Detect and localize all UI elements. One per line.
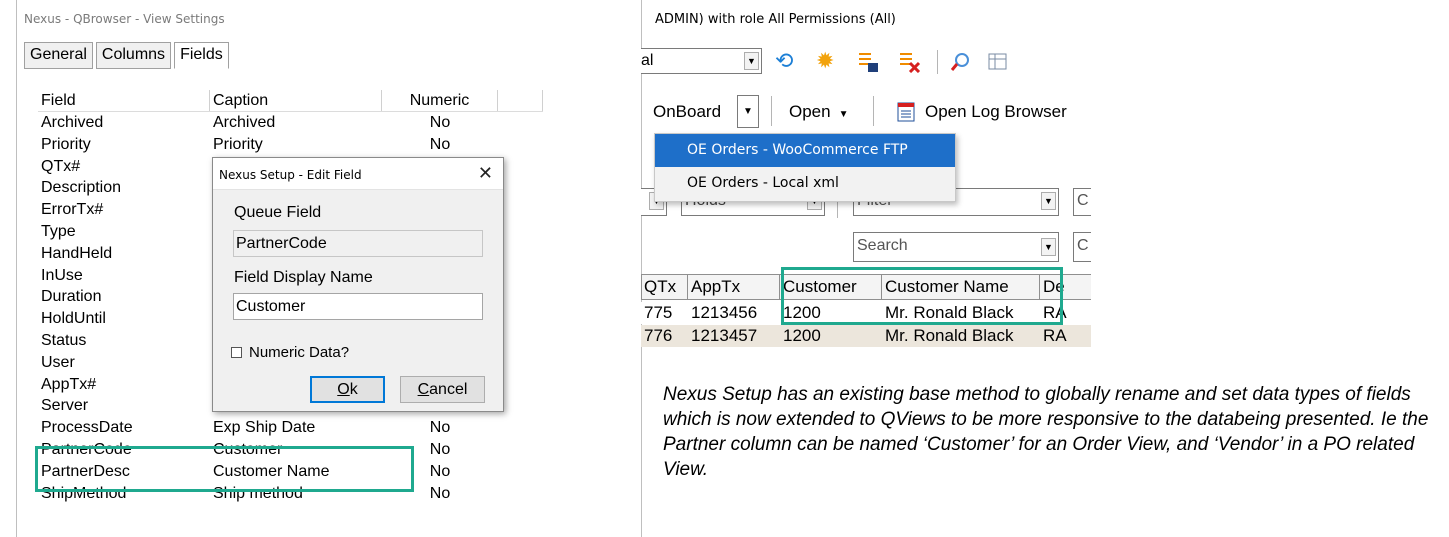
tab-fields[interactable]: Fields	[174, 42, 229, 69]
cell-numeric: No	[429, 419, 451, 437]
cell-field: Type	[41, 222, 76, 240]
menu-item-woocommerce-ftp[interactable]: OE Orders - WooCommerce FTP	[655, 134, 955, 167]
log-browser-icon	[897, 102, 915, 122]
numeric-data-checkbox[interactable]: Numeric Data?	[231, 344, 349, 361]
cell-field: Duration	[41, 288, 102, 306]
cell-field: Server	[41, 397, 89, 415]
search-combo[interactable]: Search ▼	[853, 232, 1059, 262]
cell-qtx: 775	[644, 303, 673, 322]
chevron-down-icon[interactable]: ▼	[1041, 238, 1056, 256]
ok-mnemonic: O	[337, 381, 350, 398]
cell-caption: Exp Ship Date	[213, 419, 316, 437]
table-row[interactable]: ProcessDate Exp Ship Date No	[38, 417, 543, 439]
cell-field: Status	[41, 331, 87, 349]
table-row[interactable]: Priority Priority No	[38, 134, 543, 156]
cancel-button[interactable]: Cancel	[400, 376, 485, 403]
view-settings-panel: Nexus - QBrowser - View Settings General…	[16, 0, 641, 537]
close-icon[interactable]: ✕	[478, 163, 493, 183]
menu-item-local-xml[interactable]: OE Orders - Local xml	[655, 167, 955, 200]
cell-field: HoldUntil	[41, 310, 106, 328]
cell-numeric: No	[429, 114, 451, 131]
queue-field-input[interactable]: PartnerCode	[233, 230, 483, 257]
toolbar-separator	[937, 50, 938, 74]
cell-caption: Archived	[213, 114, 276, 131]
caret-down-icon: ▼	[838, 109, 849, 120]
cell-qtx: 776	[644, 326, 673, 345]
search-extra-value: C	[1077, 237, 1089, 254]
search-placeholder: Search	[857, 237, 908, 254]
cell-field: Description	[41, 179, 122, 197]
display-name-input[interactable]: Customer	[233, 293, 483, 320]
view-combo[interactable]: al ▼	[641, 48, 762, 74]
cell-apptx: 1213456	[691, 303, 758, 322]
onboard-dropdown-arrow[interactable]: ▼	[737, 95, 759, 128]
tab-strip: General Columns Fields	[24, 42, 232, 69]
header-field[interactable]: Field	[38, 90, 210, 111]
tab-general[interactable]: General	[24, 42, 93, 69]
open-menu-button[interactable]: Open ▼	[789, 102, 849, 122]
delete-view-icon[interactable]	[899, 51, 921, 73]
save-view-icon[interactable]	[858, 51, 880, 73]
view-combo-value: al	[641, 52, 654, 69]
cancel-rest: ancel	[429, 381, 468, 398]
open-log-browser-button[interactable]: Open Log Browser	[925, 102, 1067, 122]
onboard-button[interactable]: OnBoard	[653, 102, 721, 122]
checkbox-icon[interactable]	[231, 347, 242, 358]
cell-field: InUse	[41, 266, 83, 284]
cell-field: Archived	[41, 114, 104, 131]
ok-rest: k	[349, 381, 358, 398]
cell-field: ErrorTx#	[41, 201, 104, 219]
table-row[interactable]: Archived Archived No	[38, 112, 543, 134]
highlight-box-customer-columns	[781, 267, 1063, 325]
column-apptx[interactable]: AppTx	[688, 274, 780, 300]
refresh-icon[interactable]: ⟲	[775, 49, 793, 73]
header-filler	[498, 90, 543, 111]
window-title: Nexus - QBrowser - View Settings	[24, 12, 225, 26]
toolbar-separator	[771, 96, 772, 126]
chevron-down-icon[interactable]: ▼	[1041, 192, 1056, 210]
edit-field-dialog: Nexus Setup - Edit Field ✕ Queue Field P…	[212, 157, 504, 412]
display-name-label: Field Display Name	[234, 269, 373, 286]
cell-customer-name: Mr. Ronald Black	[885, 326, 1014, 345]
cell-caption: Priority	[213, 135, 263, 153]
cell-field: HandHeld	[41, 244, 113, 262]
highlight-box-partner-fields	[35, 446, 414, 492]
cancel-mnemonic: C	[417, 381, 430, 398]
search-icon[interactable]	[950, 51, 972, 73]
cell-field: AppTx#	[41, 375, 97, 393]
numeric-data-label: Numeric Data?	[249, 344, 350, 361]
window-title-fragment: ADMIN) with role All Permissions (All)	[655, 12, 896, 27]
grid-view-icon[interactable]	[988, 53, 1008, 71]
dialog-titlebar: Nexus Setup - Edit Field ✕	[213, 158, 503, 190]
cell-apptx: 1213457	[691, 326, 758, 345]
header-caption[interactable]: Caption	[210, 90, 382, 111]
grid-row[interactable]: 776 1213457 1200 Mr. Ronald Black RA	[641, 325, 1091, 347]
gear-icon[interactable]: ✹	[816, 49, 834, 73]
cell-field: User	[41, 353, 75, 371]
tab-columns[interactable]: Columns	[95, 42, 172, 69]
qbrowser-panel: ADMIN) with role All Permissions (All) a…	[641, 0, 1449, 537]
description-text: Nexus Setup has an existing base method …	[663, 384, 1429, 480]
search-extra-combo[interactable]: C	[1073, 232, 1091, 262]
filter-extra-combo[interactable]: C	[1073, 188, 1091, 216]
queue-field-label: Queue Field	[234, 204, 322, 221]
cell-field: Priority	[41, 135, 91, 153]
cell-field: QTx#	[41, 157, 81, 175]
cell-field: ProcessDate	[41, 419, 133, 437]
column-qtx[interactable]: QTx	[641, 274, 688, 300]
cell-description: RA	[1043, 326, 1067, 345]
dialog-title: Nexus Setup - Edit Field	[219, 168, 362, 182]
onboard-dropdown-menu: OE Orders - WooCommerce FTP OE Orders - …	[654, 133, 956, 202]
header-numeric[interactable]: Numeric	[382, 90, 498, 111]
chevron-down-icon[interactable]: ▼	[744, 52, 759, 70]
qbrowser-screenshot-crop: ADMIN) with role All Permissions (All) a…	[641, 0, 1091, 355]
filter-extra-value: C	[1077, 192, 1089, 209]
open-menu-label: Open	[789, 102, 831, 121]
cell-customer: 1200	[783, 326, 821, 345]
cell-numeric: No	[429, 135, 451, 153]
ok-button[interactable]: Ok	[310, 376, 385, 403]
table-header: Field Caption Numeric	[38, 90, 543, 112]
toolbar-separator	[873, 96, 874, 126]
